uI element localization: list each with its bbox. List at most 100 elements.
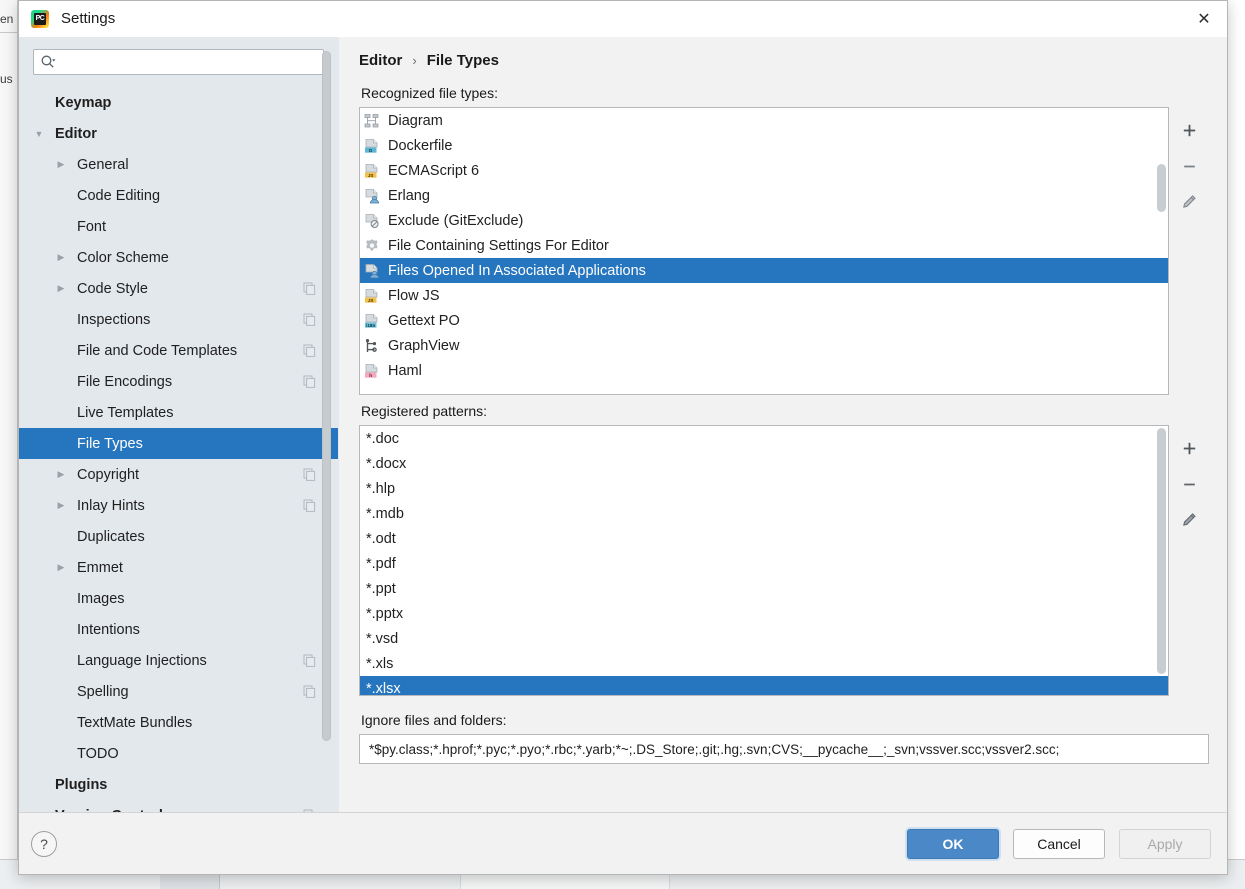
pattern-row[interactable]: *.pptx xyxy=(360,601,1168,626)
sidebar-item-editor[interactable]: ▼ Editor xyxy=(19,118,338,149)
sidebar-item-emmet[interactable]: ▶ Emmet xyxy=(19,552,338,583)
sidebar-item-file-types[interactable]: ▶File Types xyxy=(19,428,338,459)
recognized-list-scrollbar-thumb[interactable] xyxy=(1157,164,1166,212)
sidebar-item-code-editing[interactable]: ▶Code Editing xyxy=(19,180,338,211)
title-bar: PC Settings ✕ xyxy=(19,1,1227,37)
sidebar-item-version-control[interactable]: ▶Version Control xyxy=(19,800,338,812)
pattern-row[interactable]: *.doc xyxy=(360,426,1168,451)
recognized-file-types-toolbar xyxy=(1169,107,1209,395)
ok-button[interactable]: OK xyxy=(907,828,999,859)
sidebar-item-language-injections[interactable]: ▶Language Injections xyxy=(19,645,338,676)
ignore-files-input[interactable] xyxy=(367,740,1201,758)
pattern-row[interactable]: *.vsd xyxy=(360,626,1168,651)
pattern-row[interactable]: *.xlsx xyxy=(360,676,1168,695)
sidebar-item-inspections[interactable]: ▶Inspections xyxy=(19,304,338,335)
pattern-row[interactable]: *.docx xyxy=(360,451,1168,476)
file-type-row[interactable]: Diagram xyxy=(360,108,1168,133)
file-type-row[interactable]: JS ECMAScript 6 xyxy=(360,158,1168,183)
cancel-button[interactable]: Cancel xyxy=(1013,828,1105,859)
sidebar-item-font[interactable]: ▶Font xyxy=(19,211,338,242)
edit-file-type-button[interactable] xyxy=(1176,189,1202,215)
sidebar-item-general[interactable]: ▶ General xyxy=(19,149,338,180)
registered-patterns-block: *.doc *.docx *.hlp *.mdb *.odt *.pdf *.ppt *.pp… xyxy=(359,425,1209,696)
sidebar-item-inlay-hints[interactable]: ▶ Inlay Hints xyxy=(19,490,338,521)
settings-content-pane: Editor › File Types Recognized file type… xyxy=(339,37,1227,812)
file-type-row[interactable]: Files Opened In Associated Applications xyxy=(360,258,1168,283)
sidebar-scrollbar[interactable] xyxy=(321,37,332,812)
sidebar-item-textmate-bundles[interactable]: ▶TextMate Bundles xyxy=(19,707,338,738)
close-icon[interactable]: ✕ xyxy=(1181,1,1227,37)
copy-settings-icon[interactable] xyxy=(303,344,316,357)
sidebar-item-label: Inlay Hints xyxy=(77,497,145,514)
recognized-file-types-list[interactable]: Diagram D Dockerfile JS ECMAScript 6 Erlang Ex… xyxy=(359,107,1169,395)
sidebar-item-color-scheme[interactable]: ▶ Color Scheme xyxy=(19,242,338,273)
sidebar-item-copyright[interactable]: ▶ Copyright xyxy=(19,459,338,490)
sidebar-item-duplicates[interactable]: ▶Duplicates xyxy=(19,521,338,552)
copy-settings-icon[interactable] xyxy=(303,375,316,388)
edit-pattern-button[interactable] xyxy=(1176,507,1202,533)
pattern-row[interactable]: *.ppt xyxy=(360,576,1168,601)
add-file-type-button[interactable] xyxy=(1176,117,1202,143)
patterns-list-scrollbar[interactable] xyxy=(1155,426,1168,695)
sidebar-item-images[interactable]: ▶Images xyxy=(19,583,338,614)
copy-settings-icon[interactable] xyxy=(303,313,316,326)
sidebar-item-label: Inspections xyxy=(77,311,151,328)
ignore-files-field[interactable] xyxy=(359,734,1209,764)
sidebar-item-label: Intentions xyxy=(77,621,140,638)
patterns-list-scrollbar-thumb[interactable] xyxy=(1157,428,1166,674)
file-type-row[interactable]: h Haml xyxy=(360,358,1168,383)
copy-settings-icon[interactable] xyxy=(303,468,316,481)
pattern-row[interactable]: *.mdb xyxy=(360,501,1168,526)
sidebar-item-file-encodings[interactable]: ▶File Encodings xyxy=(19,366,338,397)
sidebar-item-todo[interactable]: ▶TODO xyxy=(19,738,338,769)
file-type-row[interactable]: D Dockerfile xyxy=(360,133,1168,158)
pattern-row[interactable]: *.odt xyxy=(360,526,1168,551)
sidebar-item-intentions[interactable]: ▶Intentions xyxy=(19,614,338,645)
add-pattern-button[interactable] xyxy=(1176,435,1202,461)
pattern-row[interactable]: *.pdf xyxy=(360,551,1168,576)
settings-tree[interactable]: ▶Keymap▼Editor▶General▶Code Editing▶Font… xyxy=(19,85,338,812)
help-button[interactable]: ? xyxy=(31,830,57,857)
file-type-label: Flow JS xyxy=(388,287,440,304)
chevron-right-icon[interactable]: ▶ xyxy=(53,562,69,573)
chevron-right-icon[interactable]: ▶ xyxy=(53,252,69,263)
file-type-row[interactable]: File Containing Settings For Editor xyxy=(360,233,1168,258)
sidebar-item-live-templates[interactable]: ▶Live Templates xyxy=(19,397,338,428)
remove-pattern-button[interactable] xyxy=(1176,471,1202,497)
chevron-right-icon[interactable]: ▶ xyxy=(53,159,69,170)
chevron-right-icon[interactable]: ▶ xyxy=(53,469,69,480)
sidebar-item-file-and-code-templates[interactable]: ▶File and Code Templates xyxy=(19,335,338,366)
search-box[interactable] xyxy=(33,49,324,75)
copy-settings-icon[interactable] xyxy=(303,654,316,667)
sidebar-item-keymap[interactable]: ▶Keymap xyxy=(19,87,338,118)
sidebar-item-label: Font xyxy=(77,218,107,235)
file-type-row[interactable]: GraphView xyxy=(360,333,1168,358)
registered-patterns-toolbar xyxy=(1169,425,1209,696)
remove-file-type-button[interactable] xyxy=(1176,153,1202,179)
file-type-row[interactable]: Erlang xyxy=(360,183,1168,208)
sidebar-item-plugins[interactable]: ▶Plugins xyxy=(19,769,338,800)
registered-patterns-list[interactable]: *.doc *.docx *.hlp *.mdb *.odt *.pdf *.ppt *.pp… xyxy=(359,425,1169,696)
pattern-label: *.mdb xyxy=(366,505,404,522)
chevron-right-icon[interactable]: ▶ xyxy=(53,500,69,511)
chevron-right-icon[interactable]: ▶ xyxy=(53,283,69,294)
recognized-list-scrollbar[interactable] xyxy=(1155,108,1168,394)
file-type-row[interactable]: JS Flow JS xyxy=(360,283,1168,308)
file-type-row[interactable]: i18n Gettext PO xyxy=(360,308,1168,333)
chevron-down-icon[interactable]: ▼ xyxy=(31,129,47,139)
sidebar-scrollbar-thumb[interactable] xyxy=(322,51,331,741)
pattern-label: *.docx xyxy=(366,455,407,472)
copy-settings-icon[interactable] xyxy=(303,685,316,698)
settings-sidebar: ▶Keymap▼Editor▶General▶Code Editing▶Font… xyxy=(19,37,339,812)
pattern-row[interactable]: *.xls xyxy=(360,651,1168,676)
sidebar-item-spelling[interactable]: ▶Spelling xyxy=(19,676,338,707)
file-type-label: Haml xyxy=(388,362,422,379)
pattern-row[interactable]: *.hlp xyxy=(360,476,1168,501)
copy-settings-icon[interactable] xyxy=(303,499,316,512)
file-type-row[interactable]: Exclude (GitExclude) xyxy=(360,208,1168,233)
file-type-label: ECMAScript 6 xyxy=(388,162,480,179)
copy-settings-icon[interactable] xyxy=(303,282,316,295)
breadcrumb-parent[interactable]: Editor xyxy=(359,52,402,69)
sidebar-item-code-style[interactable]: ▶ Code Style xyxy=(19,273,338,304)
search-input[interactable] xyxy=(60,53,317,71)
